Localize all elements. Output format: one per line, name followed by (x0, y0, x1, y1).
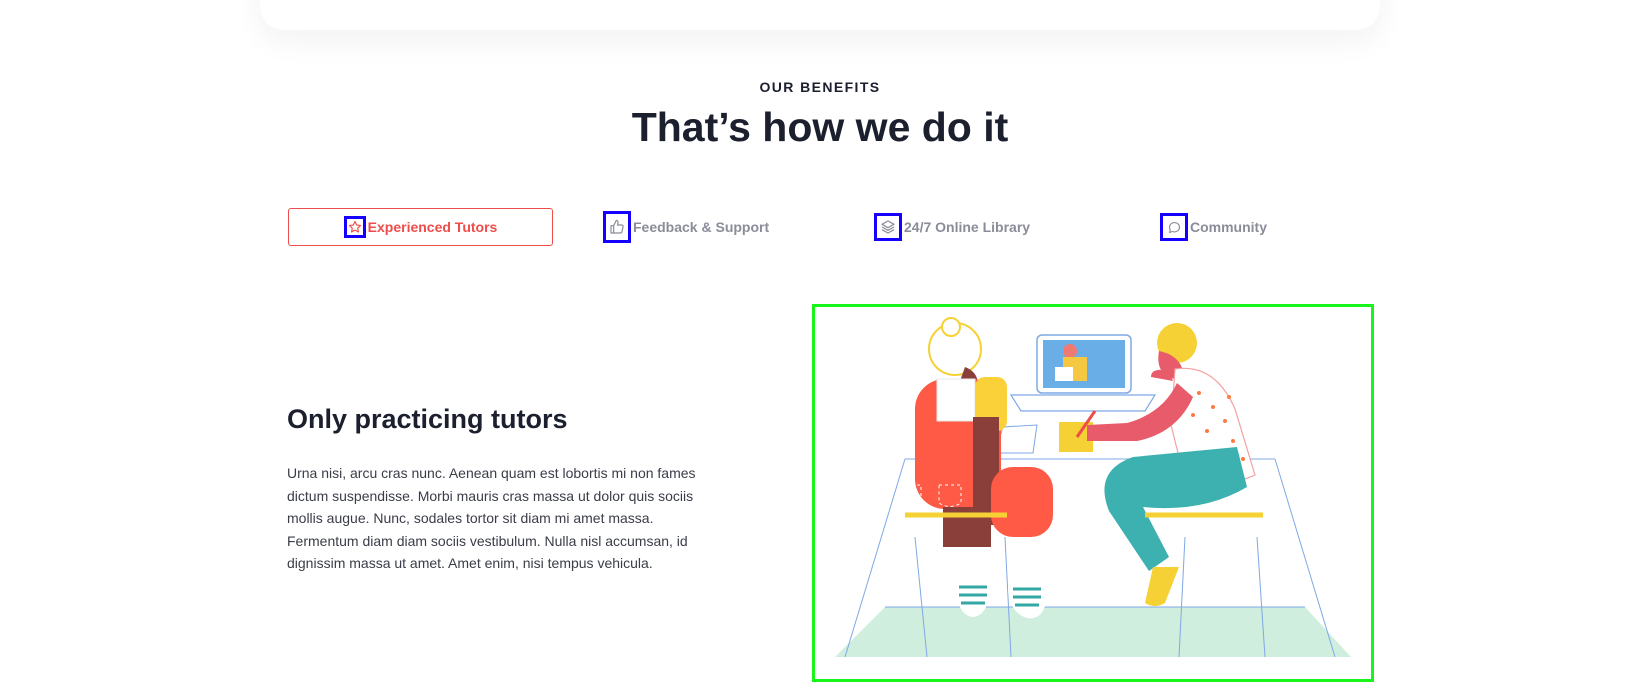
tab-label: Experienced Tutors (367, 219, 498, 235)
header-card-shadow (260, 0, 1380, 30)
tutoring-illustration (812, 304, 1374, 682)
tab-experienced-tutors[interactable]: Experienced Tutors (288, 208, 553, 246)
content-body: Urna nisi, arcu cras nunc. Aenean quam e… (287, 465, 696, 571)
tab-online-library[interactable]: 24/7 Online Library (874, 208, 1054, 246)
section-headline: That’s how we do it (631, 104, 1009, 150)
content-title: Only practicing tutors (287, 404, 568, 434)
tab-community[interactable]: Community (1160, 208, 1290, 246)
tab-label: Feedback & Support (633, 219, 770, 235)
benefits-page: OUR BENEFITS That’s how we do it Experie… (0, 0, 1640, 698)
star-icon (343, 216, 366, 238)
tab-feedback-support[interactable]: Feedback & Support (603, 208, 783, 246)
thumbs-up-icon (603, 211, 631, 243)
layers-icon (874, 213, 902, 241)
tab-label: Community (1190, 219, 1267, 235)
chat-icon (1160, 213, 1188, 241)
tab-label: 24/7 Online Library (904, 219, 1031, 235)
section-eyebrow: OUR BENEFITS (759, 79, 881, 95)
